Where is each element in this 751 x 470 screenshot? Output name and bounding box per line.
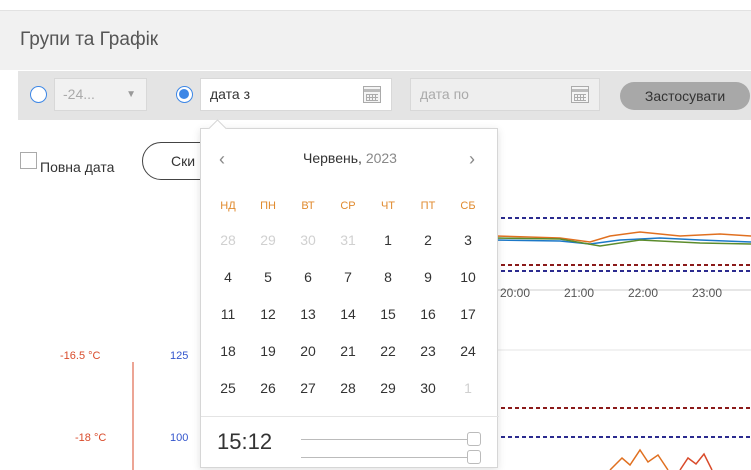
temp-axis-label: -18 °C <box>75 432 107 444</box>
flame-series <box>609 448 669 470</box>
date-to-placeholder: дата по <box>420 86 469 102</box>
apply-button[interactable]: Застосувати <box>620 82 750 110</box>
weekday-label: СР <box>340 200 356 212</box>
calendar-day[interactable]: 1 <box>372 226 404 254</box>
full-date-checkbox[interactable] <box>20 152 37 169</box>
calendar-day[interactable]: 17 <box>452 300 484 328</box>
weekday-label: СБ <box>460 200 476 212</box>
calendar-day[interactable]: 23 <box>412 337 444 365</box>
calendar-icon[interactable] <box>363 86 381 103</box>
calendar-day[interactable]: 10 <box>452 263 484 291</box>
calendar-day[interactable]: 26 <box>252 374 284 402</box>
weekday-label: ПН <box>260 200 276 212</box>
calendar-day[interactable]: 4 <box>212 263 244 291</box>
time-tick: 22:00 <box>628 286 659 300</box>
calendar-day[interactable]: 5 <box>252 263 284 291</box>
month-label[interactable]: Червень, <box>303 150 362 166</box>
calendar-day[interactable]: 25 <box>212 374 244 402</box>
calendar-day[interactable]: 13 <box>292 300 324 328</box>
weekday-label: ВТ <box>301 200 315 212</box>
temp-axis-label: -16.5 °C <box>60 350 101 362</box>
date-from-input[interactable]: дата з <box>200 78 392 111</box>
calendar-day[interactable]: 18 <box>212 337 244 365</box>
period-select[interactable]: -24... ▼ <box>54 78 147 111</box>
calendar-day[interactable]: 12 <box>252 300 284 328</box>
chevron-down-icon: ▼ <box>126 89 136 100</box>
weekday-label: НД <box>220 200 236 212</box>
calendar-day[interactable]: 9 <box>412 263 444 291</box>
date-range-radio[interactable] <box>176 86 193 103</box>
period-select-value: -24... <box>63 86 95 102</box>
flame-series-2 <box>679 452 713 470</box>
calendar-day[interactable]: 16 <box>412 300 444 328</box>
calendar-day[interactable]: 27 <box>292 374 324 402</box>
calendar-day[interactable]: 28 <box>212 226 244 254</box>
time-tick: 23:00 <box>692 286 723 300</box>
hour-slider-handle[interactable] <box>467 432 481 446</box>
calendar-day[interactable]: 30 <box>292 226 324 254</box>
calendar-day[interactable]: 2 <box>412 226 444 254</box>
calendar-day[interactable]: 7 <box>332 263 364 291</box>
minute-slider-track[interactable] <box>301 457 473 458</box>
calendar-day[interactable]: 20 <box>292 337 324 365</box>
calendar-day[interactable]: 14 <box>332 300 364 328</box>
calendar-day[interactable]: 21 <box>332 337 364 365</box>
next-month-icon[interactable]: › <box>469 149 475 170</box>
full-date-label: Повна дата <box>40 159 115 175</box>
calendar-day[interactable]: 15 <box>372 300 404 328</box>
divider <box>201 416 499 417</box>
time-display: 15:12 <box>217 429 273 454</box>
calendar-day[interactable]: 8 <box>372 263 404 291</box>
calendar-day[interactable]: 31 <box>332 226 364 254</box>
date-from-value: дата з <box>210 86 250 102</box>
time-tick: 20:00 <box>500 286 531 300</box>
page-title: Групи та Графік <box>20 29 159 50</box>
calendar-day[interactable]: 29 <box>252 226 284 254</box>
page-header: Групи та Графік <box>0 10 751 70</box>
calendar-day[interactable]: 11 <box>212 300 244 328</box>
calendar-day[interactable]: 19 <box>252 337 284 365</box>
value-axis-label: 125 <box>170 350 189 362</box>
minute-slider-handle[interactable] <box>467 450 481 464</box>
calendar-day[interactable]: 30 <box>412 374 444 402</box>
year-label[interactable]: 2023 <box>366 150 397 166</box>
datepicker-popup: ‹ Червень, 2023 › НД ПН ВТ СР ЧТ ПТ СБ 28 29 30 3… <box>200 128 499 468</box>
calendar-day[interactable]: 22 <box>372 337 404 365</box>
period-radio[interactable] <box>30 86 47 103</box>
calendar-day[interactable]: 6 <box>292 263 324 291</box>
filter-toolbar: -24... ▼ дата з дата по Застосувати <box>18 71 751 120</box>
calendar-day[interactable]: 29 <box>372 374 404 402</box>
month-year-title: Червень, 2023 <box>201 150 499 166</box>
hour-slider-track[interactable] <box>301 439 473 440</box>
calendar-day[interactable]: 3 <box>452 226 484 254</box>
calendar-day[interactable]: 1 <box>452 374 484 402</box>
weekday-label: ЧТ <box>380 200 396 212</box>
weekday-label: ПТ <box>420 200 436 212</box>
calendar-day[interactable]: 28 <box>332 374 364 402</box>
value-axis-label: 100 <box>170 432 189 444</box>
calendar-day[interactable]: 24 <box>452 337 484 365</box>
time-tick: 21:00 <box>564 286 595 300</box>
calendar-icon[interactable] <box>571 86 589 103</box>
date-to-input[interactable]: дата по <box>410 78 600 111</box>
